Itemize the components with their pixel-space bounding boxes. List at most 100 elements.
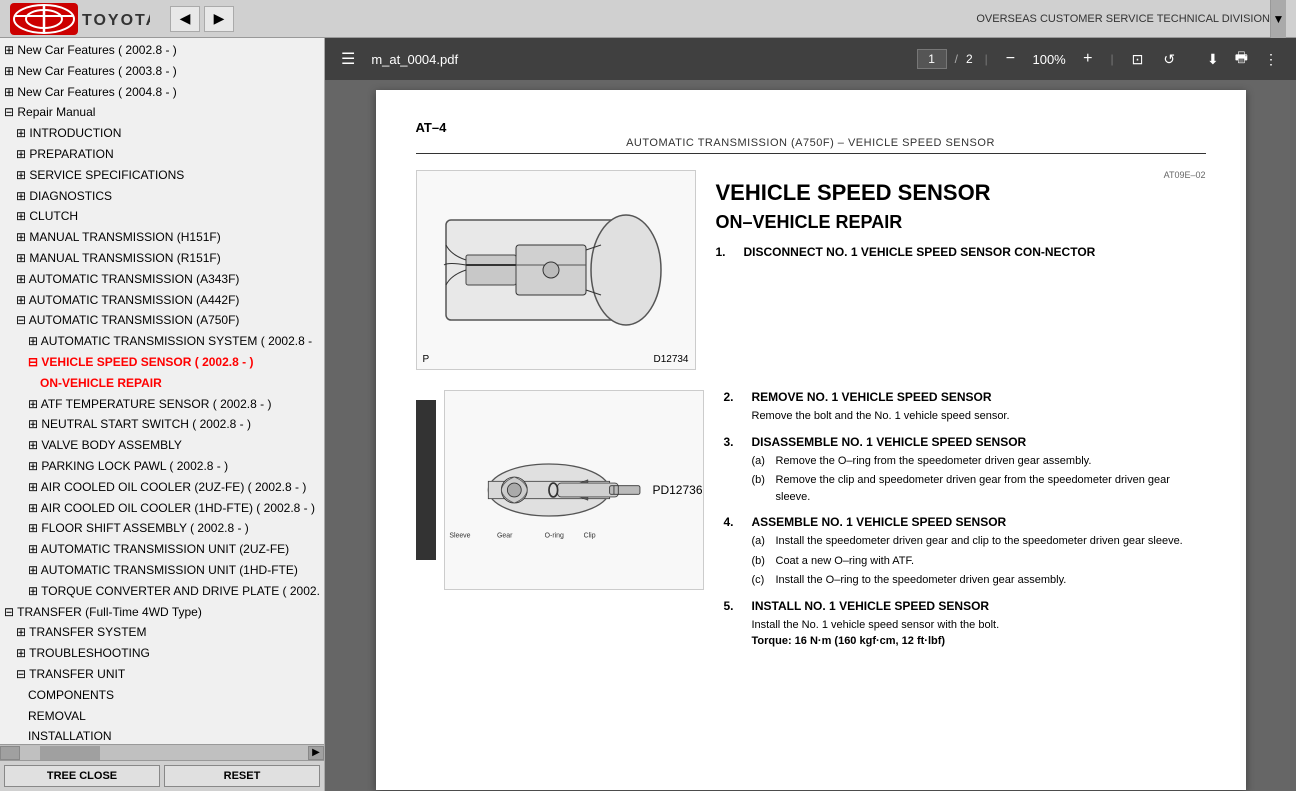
tree-item-neutral-start[interactable]: ⊞ NEUTRAL START SWITCH ( 2002.8 - ) xyxy=(0,414,324,435)
main-content: ⊞ New Car Features ( 2002.8 - )⊞ New Car… xyxy=(0,38,1296,791)
tree-item-repair-manual[interactable]: ⊟ Repair Manual xyxy=(0,102,324,123)
step-3: 3. DISASSEMBLE NO. 1 VEHICLE SPEED SENSO… xyxy=(724,435,1206,506)
zoom-value: 100% xyxy=(1029,52,1069,67)
step-2-body: Remove the bolt and the No. 1 vehicle sp… xyxy=(724,408,1206,425)
step-5-body: Install the No. 1 vehicle speed sensor w… xyxy=(724,617,1206,650)
tree-close-button[interactable]: TREE CLOSE xyxy=(4,765,160,787)
zoom-in-button[interactable]: + xyxy=(1077,48,1098,70)
step-4-body: (a) Install the speedometer driven gear … xyxy=(724,533,1206,589)
tree-item-diagnostics[interactable]: ⊞ DIAGNOSTICS xyxy=(0,186,324,207)
tree-item-vehicle-speed-sensor[interactable]: ⊟ VEHICLE SPEED SENSOR ( 2002.8 - ) xyxy=(0,352,324,373)
tree-item-preparation[interactable]: ⊞ PREPARATION xyxy=(0,144,324,165)
torque-value: Torque: 16 N·m (160 kgf·cm, 12 ft·lbf) xyxy=(752,635,946,647)
tree-item-torque-conv[interactable]: ⊞ TORQUE CONVERTER AND DRIVE PLATE ( 200… xyxy=(0,581,324,602)
text-content: AT09E–02 VEHICLE SPEED SENSOR ON–VEHICLE… xyxy=(716,170,1206,370)
top-scrollbar[interactable]: ▼ xyxy=(1270,0,1286,38)
bottom-buttons: TREE CLOSE RESET xyxy=(0,760,324,791)
pdf-content-area[interactable]: AT–4 AUTOMATIC TRANSMISSION (A750F) – VE… xyxy=(325,80,1296,791)
svg-text:TOYOTA: TOYOTA xyxy=(82,12,150,29)
step-5-title: INSTALL NO. 1 VEHICLE SPEED SENSOR xyxy=(752,599,990,613)
side-mark xyxy=(416,400,436,560)
pdf-page-controls: / 2 | − 100% + | ⊡ ↺ xyxy=(917,48,1181,70)
step-4-num: 4. xyxy=(724,515,744,529)
tree-item-auto-unit-2uz[interactable]: ⊞ AUTOMATIC TRANSMISSION UNIT (2UZ-FE) xyxy=(0,539,324,560)
print-button[interactable]: 🖶 xyxy=(1229,45,1254,73)
pdf-page-sep: / xyxy=(955,52,958,66)
tree-item-on-vehicle-repair[interactable]: ON-VEHICLE REPAIR xyxy=(0,373,324,394)
tree-item-transfer-full[interactable]: ⊟ TRANSFER (Full-Time 4WD Type) xyxy=(0,602,324,623)
horiz-scrollbar[interactable]: ▶ xyxy=(0,744,324,760)
step-4: 4. ASSEMBLE NO. 1 VEHICLE SPEED SENSOR (… xyxy=(724,515,1206,589)
tree-item-auto-a343f[interactable]: ⊞ AUTOMATIC TRANSMISSION (A343F) xyxy=(0,269,324,290)
doc-subtitle: ON–VEHICLE REPAIR xyxy=(716,212,1206,233)
download-button[interactable]: ⬇ xyxy=(1201,49,1225,70)
step-3-body: (a) Remove the O–ring from the speedomet… xyxy=(724,453,1206,506)
tree-item-auto-system[interactable]: ⊞ AUTOMATIC TRANSMISSION SYSTEM ( 2002.8… xyxy=(0,331,324,352)
tree-item-new-car-2003[interactable]: ⊞ New Car Features ( 2003.8 - ) xyxy=(0,61,324,82)
fit-page-button[interactable]: ⊡ xyxy=(1126,49,1150,70)
toyota-logo: TOYOTA xyxy=(10,3,150,35)
pdf-filename: m_at_0004.pdf xyxy=(371,52,458,67)
step-1-title: DISCONNECT NO. 1 VEHICLE SPEED SENSOR CO… xyxy=(744,245,1096,259)
zoom-out-button[interactable]: − xyxy=(1000,48,1021,70)
tree-item-troubleshooting[interactable]: ⊞ TROUBLESHOOTING xyxy=(0,643,324,664)
tree-item-auto-unit-1hd[interactable]: ⊞ AUTOMATIC TRANSMISSION UNIT (1HD-FTE) xyxy=(0,560,324,581)
page-label: AT–4 xyxy=(416,120,1206,135)
step-3-num: 3. xyxy=(724,435,744,449)
diagram-box-1: P D12734 xyxy=(416,170,696,370)
step-3-title: DISASSEMBLE NO. 1 VEHICLE SPEED SENSOR xyxy=(752,435,1027,449)
step-5-num: 5. xyxy=(724,599,744,613)
doc-title: VEHICLE SPEED SENSOR xyxy=(716,180,1206,206)
tree-item-components[interactable]: COMPONENTS xyxy=(0,685,324,706)
tree-item-parking-lock[interactable]: ⊞ PARKING LOCK PAWL ( 2002.8 - ) xyxy=(0,456,324,477)
tree-item-atf-temp[interactable]: ⊞ ATF TEMPERATURE SENSOR ( 2002.8 - ) xyxy=(0,394,324,415)
top-bar: TOYOTA ◀ ▶ OVERSEAS CUSTOMER SERVICE TEC… xyxy=(0,0,1296,38)
pdf-page-input[interactable] xyxy=(917,49,947,69)
nav-forward-button[interactable]: ▶ xyxy=(204,6,234,32)
nav-arrows: ◀ ▶ xyxy=(170,6,234,32)
pdf-toolbar: ☰ m_at_0004.pdf / 2 | − 100% + | ⊡ ↺ ⬇ 🖶… xyxy=(325,38,1296,80)
tree-item-valve-body[interactable]: ⊞ VALVE BODY ASSEMBLY xyxy=(0,435,324,456)
nav-back-button[interactable]: ◀ xyxy=(170,6,200,32)
step-1-num: 1. xyxy=(716,245,736,259)
step-1: 1. DISCONNECT NO. 1 VEHICLE SPEED SENSOR… xyxy=(716,245,1206,259)
left-panel: ⊞ New Car Features ( 2002.8 - )⊞ New Car… xyxy=(0,38,325,791)
step-5: 5. INSTALL NO. 1 VEHICLE SPEED SENSOR In… xyxy=(724,599,1206,650)
tree-item-new-car-2004[interactable]: ⊞ New Car Features ( 2004.8 - ) xyxy=(0,82,324,103)
page-subtitle: AUTOMATIC TRANSMISSION (A750F) – VEHICLE… xyxy=(416,137,1206,154)
tree-item-transfer-unit[interactable]: ⊟ TRANSFER UNIT xyxy=(0,664,324,685)
tree-item-transfer-system[interactable]: ⊞ TRANSFER SYSTEM xyxy=(0,622,324,643)
horiz-scroll-thumb[interactable] xyxy=(40,746,100,760)
tree-content[interactable]: ⊞ New Car Features ( 2002.8 - )⊞ New Car… xyxy=(0,38,324,744)
doc-ref: AT09E–02 xyxy=(716,170,1206,180)
diagram1-label: P xyxy=(423,354,430,365)
diagram2-label: P xyxy=(652,483,660,497)
step-2-num: 2. xyxy=(724,390,744,404)
top-right-label: OVERSEAS CUSTOMER SERVICE TECHNICAL DIVI… xyxy=(976,13,1270,25)
bottom-left: Sleeve Gear O-ring Clip P D12736 xyxy=(416,390,704,660)
pdf-menu-icon[interactable]: ☰ xyxy=(337,45,359,73)
pdf-page-total: 2 xyxy=(966,52,973,66)
step-2: 2. REMOVE NO. 1 VEHICLE SPEED SENSOR Rem… xyxy=(724,390,1206,425)
diagram2-ref: D12736 xyxy=(660,483,702,497)
pdf-page: AT–4 AUTOMATIC TRANSMISSION (A750F) – VE… xyxy=(376,90,1246,790)
tree-item-new-car-2002[interactable]: ⊞ New Car Features ( 2002.8 - ) xyxy=(0,40,324,61)
tree-item-air-cooled-1hd[interactable]: ⊞ AIR COOLED OIL COOLER (1HD-FTE) ( 2002… xyxy=(0,498,324,519)
tree-item-floor-shift[interactable]: ⊞ FLOOR SHIFT ASSEMBLY ( 2002.8 - ) xyxy=(0,518,324,539)
more-button[interactable]: ⋮ xyxy=(1258,49,1284,70)
svg-text:O-ring: O-ring xyxy=(544,533,563,540)
tree-item-auto-a442f[interactable]: ⊞ AUTOMATIC TRANSMISSION (A442F) xyxy=(0,290,324,311)
tree-item-installation[interactable]: INSTALLATION xyxy=(0,726,324,744)
tree-item-auto-a750f[interactable]: ⊟ AUTOMATIC TRANSMISSION (A750F) xyxy=(0,310,324,331)
tree-item-introduction[interactable]: ⊞ INTRODUCTION xyxy=(0,123,324,144)
pdf-right-actions: ⬇ 🖶 ⋮ xyxy=(1201,45,1284,73)
tree-item-manual-r151f[interactable]: ⊞ MANUAL TRANSMISSION (R151F) xyxy=(0,248,324,269)
svg-text:Sleeve: Sleeve xyxy=(449,533,470,540)
rotate-button[interactable]: ↺ xyxy=(1157,49,1181,70)
tree-item-air-cooled-2uz[interactable]: ⊞ AIR COOLED OIL COOLER (2UZ-FE) ( 2002.… xyxy=(0,477,324,498)
tree-item-service-spec[interactable]: ⊞ SERVICE SPECIFICATIONS xyxy=(0,165,324,186)
tree-item-clutch[interactable]: ⊞ CLUTCH xyxy=(0,206,324,227)
reset-button[interactable]: RESET xyxy=(164,765,320,787)
tree-item-removal[interactable]: REMOVAL xyxy=(0,706,324,727)
tree-item-manual-h151f[interactable]: ⊞ MANUAL TRANSMISSION (H151F) xyxy=(0,227,324,248)
